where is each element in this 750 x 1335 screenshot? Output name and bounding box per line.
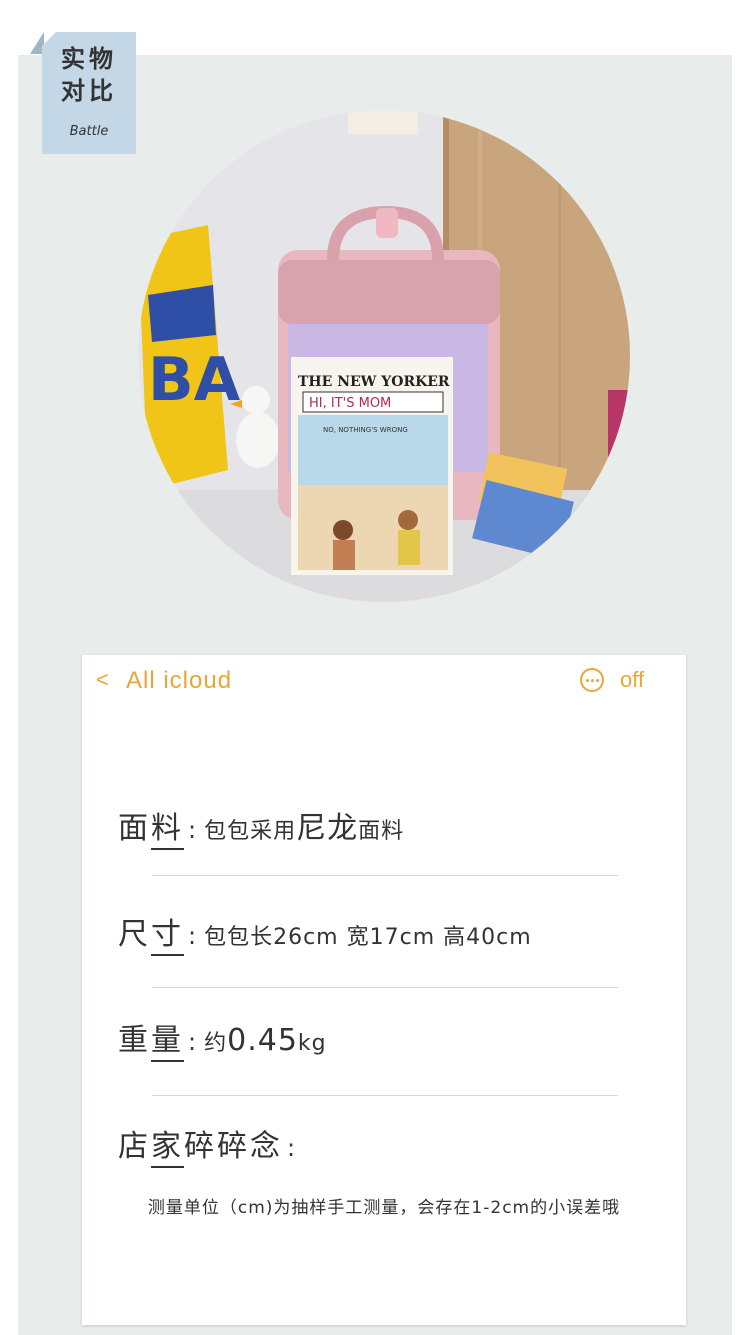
magazine-headline: HI, IT'S MOM bbox=[309, 396, 391, 411]
weight-colon: : bbox=[188, 1028, 197, 1056]
tag-line2: 对比 bbox=[61, 77, 117, 105]
backpack-photo-illustration: BA THE NEW YORKER HI, IT'S MOM NO, NOTHI… bbox=[138, 110, 630, 602]
magazine-title: THE NEW YORKER bbox=[298, 374, 450, 390]
divider bbox=[152, 875, 618, 876]
more-icon[interactable] bbox=[580, 668, 604, 692]
divider bbox=[152, 987, 618, 988]
weight-value-c: kg bbox=[297, 1031, 327, 1056]
tag-line3: Battle bbox=[69, 124, 109, 139]
size-row: 尺寸: 包包长26cm 宽17cm 高40cm bbox=[118, 909, 532, 956]
material-value-b: 尼龙 bbox=[296, 811, 359, 846]
divider bbox=[152, 1095, 618, 1096]
size-label: 尺寸 bbox=[118, 917, 184, 956]
material-row: 面料: 包包采用尼龙面料 bbox=[118, 803, 405, 850]
product-photo: BA THE NEW YORKER HI, IT'S MOM NO, NOTHI… bbox=[138, 110, 630, 602]
notes-label: 店家碎碎念 bbox=[118, 1129, 283, 1168]
notes-row: 店家碎碎念: bbox=[118, 1121, 303, 1168]
off-label: off bbox=[620, 667, 645, 692]
battle-tag: 实物 对比 Battle bbox=[42, 32, 136, 154]
material-value-c: 面料 bbox=[358, 819, 405, 844]
spec-card: < All icloud off 面料: 包包采用尼龙面料 尺寸: 包包长26cm … bbox=[82, 655, 686, 1325]
size-colon: : bbox=[188, 922, 197, 950]
tag-fold bbox=[30, 32, 44, 54]
material-value-a: 包包采用 bbox=[204, 819, 297, 844]
material-label: 面料 bbox=[118, 811, 184, 850]
tag-line1: 实物 bbox=[61, 45, 117, 73]
weight-value-a: 约 bbox=[204, 1031, 228, 1056]
weight-value-b: 0.45 bbox=[227, 1023, 298, 1058]
snack-text: BA bbox=[148, 345, 241, 415]
weight-row: 重量: 约0.45kg bbox=[118, 1015, 327, 1062]
back-button[interactable]: < bbox=[96, 667, 109, 693]
material-colon: : bbox=[188, 816, 197, 844]
magazine-banner: NO, NOTHING'S WRONG bbox=[323, 426, 408, 434]
measurement-note: 测量单位（cm)为抽样手工测量，会存在1-2cm的小误差哦 bbox=[147, 1198, 621, 1218]
weight-label: 重量 bbox=[118, 1023, 184, 1062]
size-value: 包包长26cm 宽17cm 高40cm bbox=[204, 925, 532, 950]
nav-title: All icloud bbox=[126, 667, 233, 694]
notes-colon: : bbox=[287, 1134, 296, 1162]
